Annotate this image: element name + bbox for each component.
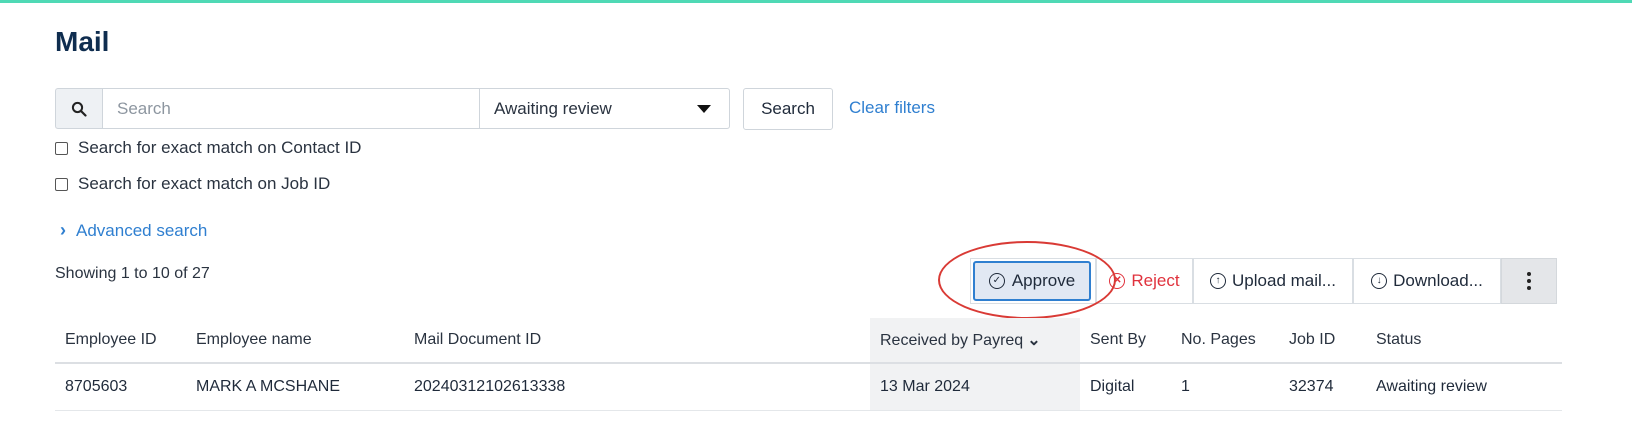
status-filter-select[interactable]: Awaiting review xyxy=(480,88,730,129)
exact-contact-checkbox[interactable] xyxy=(55,141,68,155)
top-accent-bar xyxy=(0,0,1632,3)
caret-down-icon xyxy=(697,104,711,113)
arrow-down-circle-icon: ↓ xyxy=(1371,273,1388,289)
table-header-row: Employee ID Employee name Mail Document … xyxy=(55,318,1562,364)
status-filter-value: Awaiting review xyxy=(494,98,612,118)
results-count: Showing 1 to 10 of 27 xyxy=(55,265,210,282)
column-header[interactable]: Mail Document ID xyxy=(404,318,870,364)
vertical-dots-icon xyxy=(1527,272,1531,290)
check-circle-icon: ✓ xyxy=(988,273,1005,289)
cell-employee-name: MARK A MCSHANE xyxy=(186,363,404,411)
cell-received: 13 Mar 2024 xyxy=(870,363,1080,411)
column-header-label: Received by Payreq xyxy=(880,332,1024,349)
column-header[interactable]: Employee name xyxy=(186,318,404,364)
approve-button-cell: ✓ Approve xyxy=(970,258,1096,304)
download-button[interactable]: ↓ Download... xyxy=(1353,258,1501,304)
x-circle-icon: ✕ xyxy=(1109,273,1126,289)
search-bar: Awaiting review xyxy=(55,88,730,129)
reject-button[interactable]: ✕ Reject xyxy=(1096,258,1193,304)
clear-filters-link[interactable]: Clear filters xyxy=(849,98,935,118)
exact-contact-option: Search for exact match on Contact ID xyxy=(55,138,361,158)
approve-button[interactable]: ✓ Approve xyxy=(973,261,1091,301)
cell-employee-id: 8705603 xyxy=(55,363,186,411)
exact-job-label: Search for exact match on Job ID xyxy=(78,174,331,193)
upload-label: Upload mail... xyxy=(1232,271,1336,290)
search-button[interactable]: Search xyxy=(743,88,833,130)
page-title: Mail xyxy=(55,26,110,57)
exact-job-option: Search for exact match on Job ID xyxy=(55,174,330,194)
column-header[interactable]: No. Pages xyxy=(1171,318,1279,364)
search-icon xyxy=(55,88,102,129)
arrow-up-circle-icon: ↑ xyxy=(1210,273,1227,289)
cell-mail-document-id: 20240312102613338 xyxy=(404,363,870,411)
chevron-down-icon: ⌄ xyxy=(1027,332,1041,349)
exact-contact-label: Search for exact match on Contact ID xyxy=(78,138,362,157)
cell-pages: 1 xyxy=(1171,363,1279,411)
download-label: Download... xyxy=(1393,271,1483,290)
column-header-sorted[interactable]: Received by Payreq ⌄ xyxy=(870,318,1080,364)
upload-mail-button[interactable]: ↑ Upload mail... xyxy=(1193,258,1353,304)
search-input[interactable] xyxy=(102,88,480,129)
table-row[interactable]: 8705603 MARK A MCSHANE 20240312102613338… xyxy=(55,363,1562,411)
cell-sent-by: Digital xyxy=(1080,363,1171,411)
cell-job-id: 32374 xyxy=(1279,363,1366,411)
cell-status: Awaiting review xyxy=(1366,363,1562,411)
more-actions-button[interactable] xyxy=(1501,258,1557,304)
column-header[interactable]: Sent By xyxy=(1080,318,1171,364)
advanced-search-toggle[interactable]: › Advanced search xyxy=(60,220,207,241)
column-header[interactable]: Employee ID xyxy=(55,318,186,364)
approve-label: Approve xyxy=(1011,271,1076,290)
action-toolbar: ✕ Reject ↑ Upload mail... ↓ Download... xyxy=(1096,258,1557,304)
reject-label: Reject xyxy=(1131,271,1180,290)
column-header[interactable]: Status xyxy=(1366,318,1562,364)
advanced-search-label: Advanced search xyxy=(76,220,208,240)
mail-table: Employee ID Employee name Mail Document … xyxy=(55,318,1562,411)
column-header[interactable]: Job ID xyxy=(1279,318,1366,364)
exact-job-checkbox[interactable] xyxy=(55,177,68,191)
chevron-right-icon: › xyxy=(60,220,66,240)
